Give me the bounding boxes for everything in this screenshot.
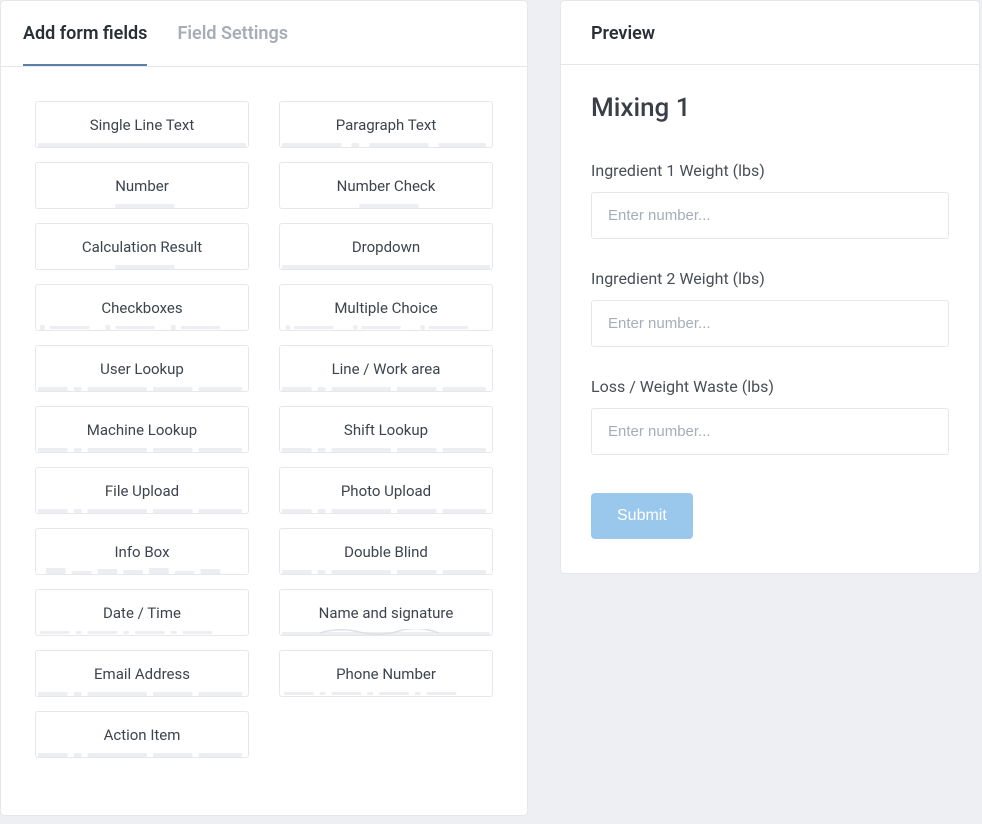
decor-icon [280, 324, 492, 330]
field-name-signature[interactable]: Name and signature [279, 589, 493, 636]
field-calculation-result[interactable]: Calculation Result [35, 223, 249, 270]
field-double-blind[interactable]: Double Blind [279, 528, 493, 575]
field-file-upload[interactable]: File Upload [35, 467, 249, 514]
decor-icon [36, 629, 248, 635]
field-date-time[interactable]: Date / Time [35, 589, 249, 636]
field-multiple-choice[interactable]: Multiple Choice [279, 284, 493, 331]
field-label: Number Check [337, 177, 436, 195]
ingredient-1-input[interactable] [591, 192, 949, 239]
field-label: Machine Lookup [87, 421, 197, 439]
field-label: Paragraph Text [336, 116, 437, 134]
form-field-ingredient-2: Ingredient 2 Weight (lbs) [591, 269, 949, 347]
field-machine-lookup[interactable]: Machine Lookup [35, 406, 249, 453]
form-builder-panel: Add form fields Field Settings Single Li… [0, 0, 528, 816]
field-shift-lookup[interactable]: Shift Lookup [279, 406, 493, 453]
decor-icon [36, 263, 248, 269]
field-label: Checkboxes [101, 299, 182, 317]
field-label: Info Box [114, 543, 169, 561]
ingredient-2-input[interactable] [591, 300, 949, 347]
decor-icon [280, 690, 492, 696]
decor-icon [36, 141, 248, 147]
decor-icon [280, 263, 492, 269]
field-label: Date / Time [103, 604, 181, 622]
tab-add-form-fields[interactable]: Add form fields [23, 1, 147, 66]
field-label: Number [115, 177, 169, 195]
field-photo-upload[interactable]: Photo Upload [279, 467, 493, 514]
field-label: Photo Upload [341, 482, 431, 500]
form-label: Loss / Weight Waste (lbs) [591, 377, 949, 396]
field-label: User Lookup [100, 360, 184, 378]
tab-field-settings[interactable]: Field Settings [177, 1, 288, 66]
preview-title: Mixing 1 [591, 93, 949, 123]
decor-icon [36, 324, 248, 330]
decor-icon [280, 202, 492, 208]
decor-icon [36, 751, 248, 757]
decor-icon [36, 202, 248, 208]
decor-icon [36, 568, 248, 574]
field-phone-number[interactable]: Phone Number [279, 650, 493, 697]
field-label: Line / Work area [332, 360, 441, 378]
field-checkboxes[interactable]: Checkboxes [35, 284, 249, 331]
decor-icon [280, 507, 492, 513]
decor-icon [36, 446, 248, 452]
field-label: Action Item [104, 726, 181, 744]
field-line-work-area[interactable]: Line / Work area [279, 345, 493, 392]
decor-icon [36, 507, 248, 513]
field-user-lookup[interactable]: User Lookup [35, 345, 249, 392]
field-single-line-text[interactable]: Single Line Text [35, 101, 249, 148]
form-label: Ingredient 2 Weight (lbs) [591, 269, 949, 288]
decor-icon [280, 141, 492, 147]
field-label: Calculation Result [82, 238, 202, 256]
decor-icon [36, 385, 248, 391]
field-label: Email Address [94, 665, 190, 683]
field-label: Double Blind [344, 543, 428, 561]
decor-icon [36, 690, 248, 696]
decor-icon [280, 385, 492, 391]
form-label: Ingredient 1 Weight (lbs) [591, 161, 949, 180]
preview-panel: Preview Mixing 1 Ingredient 1 Weight (lb… [560, 0, 980, 574]
field-label: Shift Lookup [344, 421, 428, 439]
field-label: Name and signature [319, 604, 454, 622]
form-field-loss-waste: Loss / Weight Waste (lbs) [591, 377, 949, 455]
field-number-check[interactable]: Number Check [279, 162, 493, 209]
tabs: Add form fields Field Settings [1, 1, 527, 67]
preview-header: Preview [561, 1, 979, 65]
submit-button[interactable]: Submit [591, 493, 693, 539]
decor-icon [280, 568, 492, 574]
field-dropdown[interactable]: Dropdown [279, 223, 493, 270]
field-paragraph-text[interactable]: Paragraph Text [279, 101, 493, 148]
field-label: Dropdown [352, 238, 420, 256]
field-label: File Upload [105, 482, 179, 500]
decor-icon [280, 446, 492, 452]
decor-icon [280, 629, 492, 635]
field-grid: Single Line Text Paragraph Text Number N… [1, 67, 527, 792]
field-number[interactable]: Number [35, 162, 249, 209]
loss-waste-input[interactable] [591, 408, 949, 455]
form-field-ingredient-1: Ingredient 1 Weight (lbs) [591, 161, 949, 239]
field-label: Single Line Text [90, 116, 195, 134]
field-action-item[interactable]: Action Item [35, 711, 249, 758]
field-email-address[interactable]: Email Address [35, 650, 249, 697]
field-label: Phone Number [336, 665, 436, 683]
field-info-box[interactable]: Info Box [35, 528, 249, 575]
field-label: Multiple Choice [334, 299, 437, 317]
